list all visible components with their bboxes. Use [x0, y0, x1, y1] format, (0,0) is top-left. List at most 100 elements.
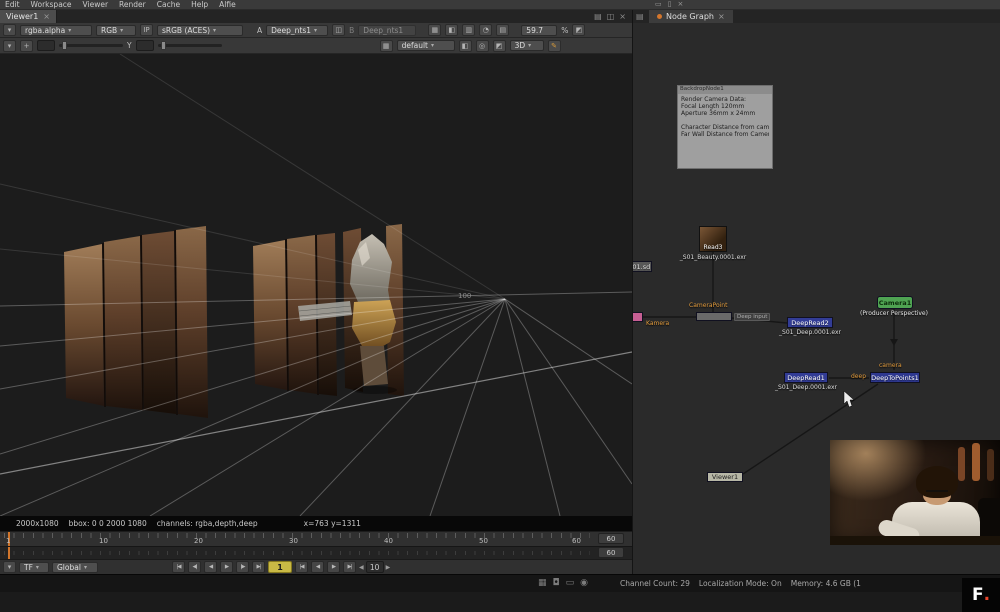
step-forward-button[interactable]: ▶: [327, 561, 340, 573]
node-partial-left[interactable]: M01.sd: [632, 261, 652, 272]
gain-toggle-icon[interactable]: +: [20, 40, 33, 52]
tab-close-icon[interactable]: ×: [718, 12, 725, 21]
input-a-value: Deep_nts1: [271, 26, 311, 35]
node-camera1[interactable]: Camera1: [877, 296, 913, 309]
viewer-3d-viewport[interactable]: 100: [0, 54, 632, 516]
pane-layout-icon[interactable]: ▯: [668, 0, 672, 8]
layer-select-dropdown[interactable]: default ▾: [397, 40, 455, 51]
frame-increment-value[interactable]: 10: [366, 561, 384, 573]
menu-help[interactable]: Help: [191, 0, 208, 9]
frame-hold-icon[interactable]: ▤: [496, 24, 509, 36]
gain-value-field[interactable]: [37, 40, 55, 51]
node-camera1-label: Camera1: [879, 299, 911, 307]
node-camera-point[interactable]: [696, 312, 732, 321]
decrement-icon[interactable]: ◀: [359, 564, 364, 571]
magnifier-icon[interactable]: ◉: [580, 578, 588, 588]
fit-viewer-icon[interactable]: ◩: [572, 24, 585, 36]
gain-slider-handle[interactable]: [62, 41, 67, 50]
viewer-menu-caret-icon[interactable]: ▾: [3, 24, 16, 36]
backdrop-line: Far Wall Distance from Camera = 532 cm: [681, 131, 769, 138]
frame-slider-playhead[interactable]: [8, 547, 10, 559]
goto-end-button[interactable]: ▶|: [252, 561, 265, 573]
display-channels-dropdown[interactable]: RGB ▾: [96, 25, 136, 36]
increment-icon[interactable]: ▶: [386, 564, 391, 571]
chevron-down-icon: ▾: [213, 27, 216, 34]
stereo-modes-icon[interactable]: ▦: [380, 40, 393, 52]
prev-keyframe-button[interactable]: ◀|: [188, 561, 201, 573]
node-deepread2[interactable]: DeepRead2: [787, 317, 833, 328]
lock-icon[interactable]: ◘: [553, 578, 560, 588]
node-viewer1[interactable]: Viewer1: [707, 472, 743, 482]
channel-layer-dropdown[interactable]: rgba.alpha ▾: [20, 25, 92, 36]
scanline-icon[interactable]: ▥: [462, 24, 475, 36]
menu-viewer[interactable]: Viewer: [83, 0, 109, 9]
viewer-settings-caret-icon[interactable]: ▾: [3, 40, 16, 52]
range-end-field[interactable]: 60: [598, 533, 624, 544]
goto-start-button[interactable]: |◀: [172, 561, 185, 573]
menu-edit[interactable]: Edit: [5, 0, 20, 9]
safe-zone-icon[interactable]: ◩: [493, 40, 506, 52]
node-read3[interactable]: Read3: [699, 226, 727, 252]
step-back-button[interactable]: ◀: [204, 561, 217, 573]
frame-slider[interactable]: 60: [0, 546, 632, 559]
mask-overlay-icon[interactable]: ◧: [459, 40, 472, 52]
menu-alfie[interactable]: Alfie: [219, 0, 236, 9]
tick-label: 1: [6, 537, 10, 545]
window-close-icon[interactable]: ×: [677, 0, 683, 8]
pane-float-icon[interactable]: ◫: [607, 12, 615, 21]
proxy-mode-icon[interactable]: ▦: [428, 24, 441, 36]
gain-slider[interactable]: [59, 44, 123, 47]
display-channels-value: RGB: [101, 26, 117, 35]
menu-render[interactable]: Render: [119, 0, 146, 9]
input-a-label: A: [257, 26, 262, 35]
node-deeptopoints1[interactable]: DeepToPoints1: [870, 372, 920, 383]
annotate-pencil-icon[interactable]: ✎: [548, 40, 561, 52]
pane-menu-icon[interactable]: ▤: [594, 12, 602, 21]
timeline-ruler[interactable]: 1 10 20 30 40 50 60 60: [0, 531, 632, 546]
view-mode-dropdown[interactable]: 3D ▾: [510, 40, 544, 51]
frame-increment-spinner[interactable]: ◀ 10 ▶: [359, 561, 390, 573]
guides-icon[interactable]: ◎: [476, 40, 489, 52]
node-deepread1[interactable]: DeepRead1: [784, 372, 828, 383]
viewer-info-bar: 2000x1080 bbox: 0 0 2000 1080 channels: …: [0, 516, 632, 531]
timeline-options-caret-icon[interactable]: ▾: [3, 561, 16, 573]
input-b-dropdown[interactable]: Deep_nts1: [358, 25, 416, 36]
bbox-label: bbox: 0 0 2000 1080: [69, 519, 147, 528]
snapshot-icon[interactable]: ▭: [566, 578, 575, 588]
chevron-down-icon: ▾: [314, 27, 317, 34]
pane-close-icon[interactable]: ×: [619, 12, 626, 21]
current-frame-field[interactable]: 1: [268, 561, 292, 573]
tab-close-icon[interactable]: ×: [43, 12, 50, 21]
range-end-field-2[interactable]: 60: [598, 547, 624, 558]
node-backdrop[interactable]: BackdropNode1 Render Camera Data: Focal …: [677, 85, 773, 169]
frame-mode-dropdown[interactable]: TF ▾: [19, 562, 49, 573]
node-graph-pane-menu-icon[interactable]: ▤: [636, 12, 644, 21]
localization-icon[interactable]: ▦: [538, 578, 547, 588]
tab-node-graph[interactable]: Node Graph ×: [649, 10, 733, 23]
pause-refresh-icon[interactable]: ◔: [479, 24, 492, 36]
range-scope-value: Global: [57, 563, 81, 572]
viewer-tabbar: Viewer1 × ▤ ◫ ×: [0, 10, 632, 23]
menu-workspace[interactable]: Workspace: [31, 0, 72, 9]
node-pink[interactable]: [632, 312, 643, 322]
gamma-slider-handle[interactable]: [161, 41, 166, 50]
loop-start-button[interactable]: |◀: [295, 561, 308, 573]
step-back-2-button[interactable]: ◀: [311, 561, 324, 573]
zoom-level-dropdown[interactable]: 59.7: [521, 25, 557, 36]
wipe-mode-icon[interactable]: ◫: [332, 24, 345, 36]
gamma-slider[interactable]: [158, 44, 222, 47]
loop-end-button[interactable]: ▶|: [343, 561, 356, 573]
input-a-dropdown[interactable]: Deep_nts1 ▾: [266, 25, 328, 36]
input-process-toggle[interactable]: IP: [140, 24, 153, 36]
window-layout-icon[interactable]: ▭: [655, 0, 662, 8]
gamma-value-field[interactable]: [136, 40, 154, 51]
roi-icon[interactable]: ◧: [445, 24, 458, 36]
tab-viewer1[interactable]: Viewer1 ×: [0, 10, 57, 23]
next-keyframe-button[interactable]: |▶: [236, 561, 249, 573]
range-scope-dropdown[interactable]: Global ▾: [52, 562, 98, 573]
play-button[interactable]: ▶: [220, 561, 233, 573]
menu-cache[interactable]: Cache: [157, 0, 180, 9]
colorspace-dropdown[interactable]: sRGB (ACES) ▾: [157, 25, 243, 36]
resolution-label: 2000x1080: [16, 519, 59, 528]
chevron-down-icon: ▾: [36, 564, 39, 571]
